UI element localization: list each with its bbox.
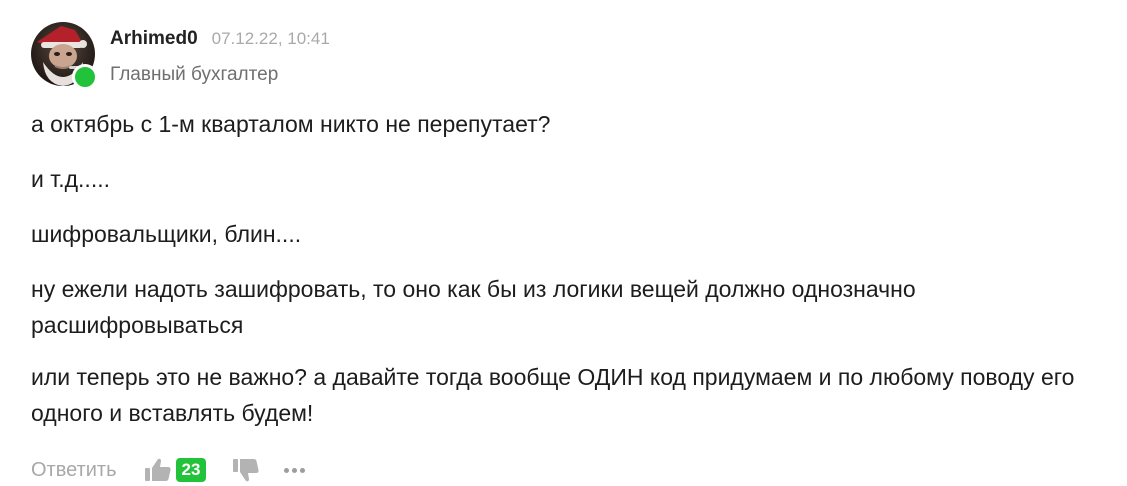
comment-paragraph: шифровальщики, блин....: [31, 221, 302, 247]
comment-card: Arhimed0 07.12.22, 10:41 Главный бухгалт…: [0, 0, 1127, 486]
online-status-indicator: [72, 64, 98, 90]
like-button[interactable]: 23: [144, 457, 207, 483]
author-role: Главный бухгалтер: [110, 64, 279, 85]
comment-paragraph: или теперь это не важно? а давайте тогда…: [31, 364, 1075, 426]
comment-paragraph: и т.д.....: [31, 166, 110, 192]
dot: [292, 467, 298, 473]
thumbs-up-icon: [144, 458, 171, 481]
reply-button[interactable]: Ответить: [31, 459, 117, 482]
dislike-button[interactable]: [232, 457, 260, 483]
comment-paragraph: ну ежели надоть зашифровать, то оно как …: [31, 276, 916, 338]
comment-actions: Ответить 23: [31, 455, 306, 485]
dot: [284, 467, 290, 473]
dot: [300, 467, 306, 473]
like-count-badge: 23: [175, 458, 207, 482]
thumbs-down-icon: [233, 459, 259, 482]
comment-body: а октябрь с 1-м кварталом никто не переп…: [31, 106, 1101, 450]
author-name-link[interactable]: Arhimed0: [110, 28, 198, 50]
avatar-container[interactable]: [31, 22, 98, 90]
comment-paragraph: а октябрь с 1-м кварталом никто не переп…: [31, 111, 551, 137]
author-line: Arhimed0 07.12.22, 10:41: [110, 28, 330, 50]
comment-date: 07.12.22, 10:41: [211, 29, 330, 48]
more-dots-icon[interactable]: [284, 460, 306, 480]
